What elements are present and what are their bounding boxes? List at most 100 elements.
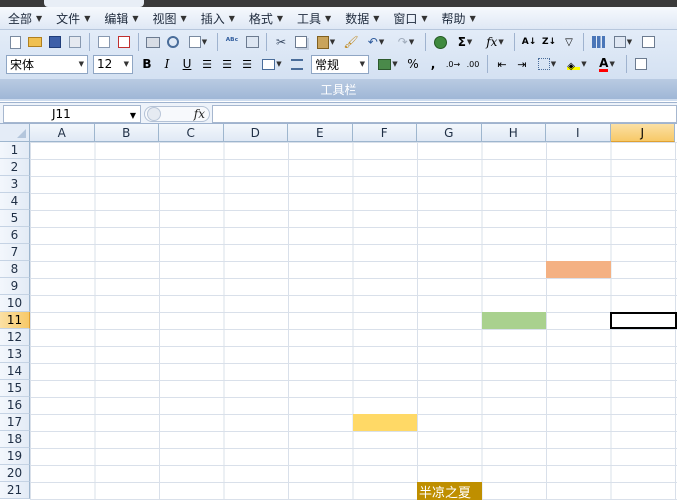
decrease-indent-button[interactable]: ⇤ — [493, 55, 511, 73]
cut-button[interactable]: ✂ — [272, 33, 290, 51]
active-cell-j11[interactable] — [610, 312, 677, 329]
menu-view[interactable]: 视图 ▼ — [149, 7, 193, 29]
row-header-14[interactable]: 14 — [0, 363, 30, 380]
row-header-12[interactable]: 12 — [0, 329, 30, 346]
sort-ascending-button[interactable]: A↓ — [520, 33, 538, 51]
decrease-decimal-button[interactable]: .00 — [464, 55, 482, 73]
cell-i8[interactable] — [546, 261, 611, 278]
row-header-20[interactable]: 20 — [0, 465, 30, 482]
increase-indent-button[interactable]: ⇥ — [513, 55, 531, 73]
row-header-8[interactable]: 8 — [0, 261, 30, 278]
bold-button[interactable]: B — [138, 55, 156, 73]
row-header-4[interactable]: 4 — [0, 193, 30, 210]
chevron-down-icon[interactable]: ▼ — [130, 111, 136, 120]
undo-button[interactable]: ↶ ▼ — [362, 33, 390, 51]
cell-g21[interactable]: 半凉之夏 — [417, 482, 482, 500]
print-button[interactable] — [144, 33, 162, 51]
font-size-select[interactable]: 12 ▼ — [93, 54, 133, 74]
row-header-2[interactable]: 2 — [0, 159, 30, 176]
align-right-button[interactable]: ☰ — [238, 55, 256, 73]
column-header-c[interactable]: C — [159, 124, 224, 142]
column-header-g[interactable]: G — [417, 124, 482, 142]
merge-center-button[interactable]: ▼ — [258, 55, 286, 73]
number-format-select[interactable]: 常规 ▼ — [311, 54, 369, 74]
spelling-button[interactable]: ᴬᴮᶜ — [223, 33, 241, 51]
formula-input[interactable] — [212, 105, 677, 123]
row-header-19[interactable]: 19 — [0, 448, 30, 465]
column-header-f[interactable]: F — [352, 124, 417, 142]
workbook-tab[interactable] — [44, 0, 144, 7]
row-header-6[interactable]: 6 — [0, 227, 30, 244]
save-button[interactable] — [46, 33, 64, 51]
fill-color-button[interactable]: ◈ ▼ — [563, 55, 591, 73]
underline-button[interactable]: U — [178, 55, 196, 73]
drawing-button[interactable]: ▼ — [609, 33, 637, 51]
chart-button[interactable] — [589, 33, 607, 51]
column-header-e[interactable]: E — [288, 124, 353, 142]
row-header-5[interactable]: 5 — [0, 210, 30, 227]
open-button[interactable] — [26, 33, 44, 51]
redo-button[interactable]: ↷ ▼ — [392, 33, 420, 51]
email-button[interactable] — [95, 33, 113, 51]
row-header-15[interactable]: 15 — [0, 380, 30, 397]
italic-button[interactable]: I — [158, 55, 176, 73]
column-header-h[interactable]: H — [481, 124, 546, 142]
format-painter-button[interactable]: 🖌 — [342, 33, 360, 51]
filter-button[interactable]: ▽ — [560, 33, 578, 51]
cell-f17[interactable] — [352, 414, 417, 431]
row-header-13[interactable]: 13 — [0, 346, 30, 363]
menu-help[interactable]: 帮助 ▼ — [438, 7, 482, 29]
row-header-18[interactable]: 18 — [0, 431, 30, 448]
row-header-3[interactable]: 3 — [0, 176, 30, 193]
column-header-d[interactable]: D — [223, 124, 288, 142]
sort-descending-button[interactable]: Z↓ — [540, 33, 558, 51]
paste-button[interactable]: ▼ — [312, 33, 340, 51]
align-center-button[interactable]: ☰ — [218, 55, 236, 73]
insert-function-icon[interactable]: fx — [194, 107, 205, 121]
research-button[interactable] — [243, 33, 261, 51]
row-header-9[interactable]: 9 — [0, 278, 30, 295]
font-color-button[interactable]: A ▼ — [593, 55, 621, 73]
column-header-b[interactable]: B — [94, 124, 159, 142]
percent-button[interactable]: % — [404, 55, 422, 73]
cell-grid[interactable]: 半凉之夏 — [30, 142, 677, 500]
row-header-17[interactable]: 17 — [0, 414, 30, 431]
name-box[interactable]: J11 ▼ — [3, 105, 141, 123]
menu-edit[interactable]: 编辑 ▼ — [100, 7, 144, 29]
row-header-7[interactable]: 7 — [0, 244, 30, 261]
row-header-1[interactable]: 1 — [0, 142, 30, 159]
increase-decimal-button[interactable]: .0→ — [444, 55, 462, 73]
menu-format[interactable]: 格式 ▼ — [245, 7, 289, 29]
cell-h11[interactable] — [481, 312, 546, 329]
insert-function-button[interactable]: fx ▼ — [481, 33, 509, 51]
font-name-select[interactable]: 宋体 ▼ — [6, 54, 88, 74]
column-header-i[interactable]: I — [546, 124, 611, 142]
column-header-a[interactable]: A — [30, 124, 95, 142]
wrap-text-button[interactable] — [288, 55, 306, 73]
menu-all[interactable]: 全部 ▼ — [4, 7, 48, 29]
table-button[interactable] — [639, 33, 657, 51]
menu-file[interactable]: 文件 ▼ — [52, 7, 96, 29]
row-header-16[interactable]: 16 — [0, 397, 30, 414]
row-header-11[interactable]: 11 — [0, 312, 30, 329]
menu-data[interactable]: 数据 ▼ — [341, 7, 385, 29]
borders-button[interactable]: ▼ — [533, 55, 561, 73]
row-header-10[interactable]: 10 — [0, 295, 30, 312]
print-preview-button[interactable] — [164, 33, 182, 51]
menu-tools[interactable]: 工具 ▼ — [293, 7, 337, 29]
copy-button[interactable] — [292, 33, 310, 51]
new-file-button[interactable] — [6, 33, 24, 51]
comma-button[interactable]: , — [424, 55, 442, 73]
column-header-j[interactable]: J — [610, 124, 675, 142]
hyperlink-button[interactable] — [431, 33, 449, 51]
row-header-21[interactable]: 21 — [0, 482, 30, 499]
pdf-button[interactable] — [115, 33, 133, 51]
autosum-button[interactable]: Σ ▼ — [451, 33, 479, 51]
menu-window[interactable]: 窗口 ▼ — [389, 7, 433, 29]
select-all-button[interactable] — [0, 124, 30, 142]
currency-button[interactable]: ▼ — [374, 55, 402, 73]
page-setup-button[interactable]: ▼ — [184, 33, 212, 51]
permission-button[interactable] — [66, 33, 84, 51]
cancel-icon[interactable] — [147, 107, 161, 121]
menu-insert[interactable]: 插入 ▼ — [197, 7, 241, 29]
